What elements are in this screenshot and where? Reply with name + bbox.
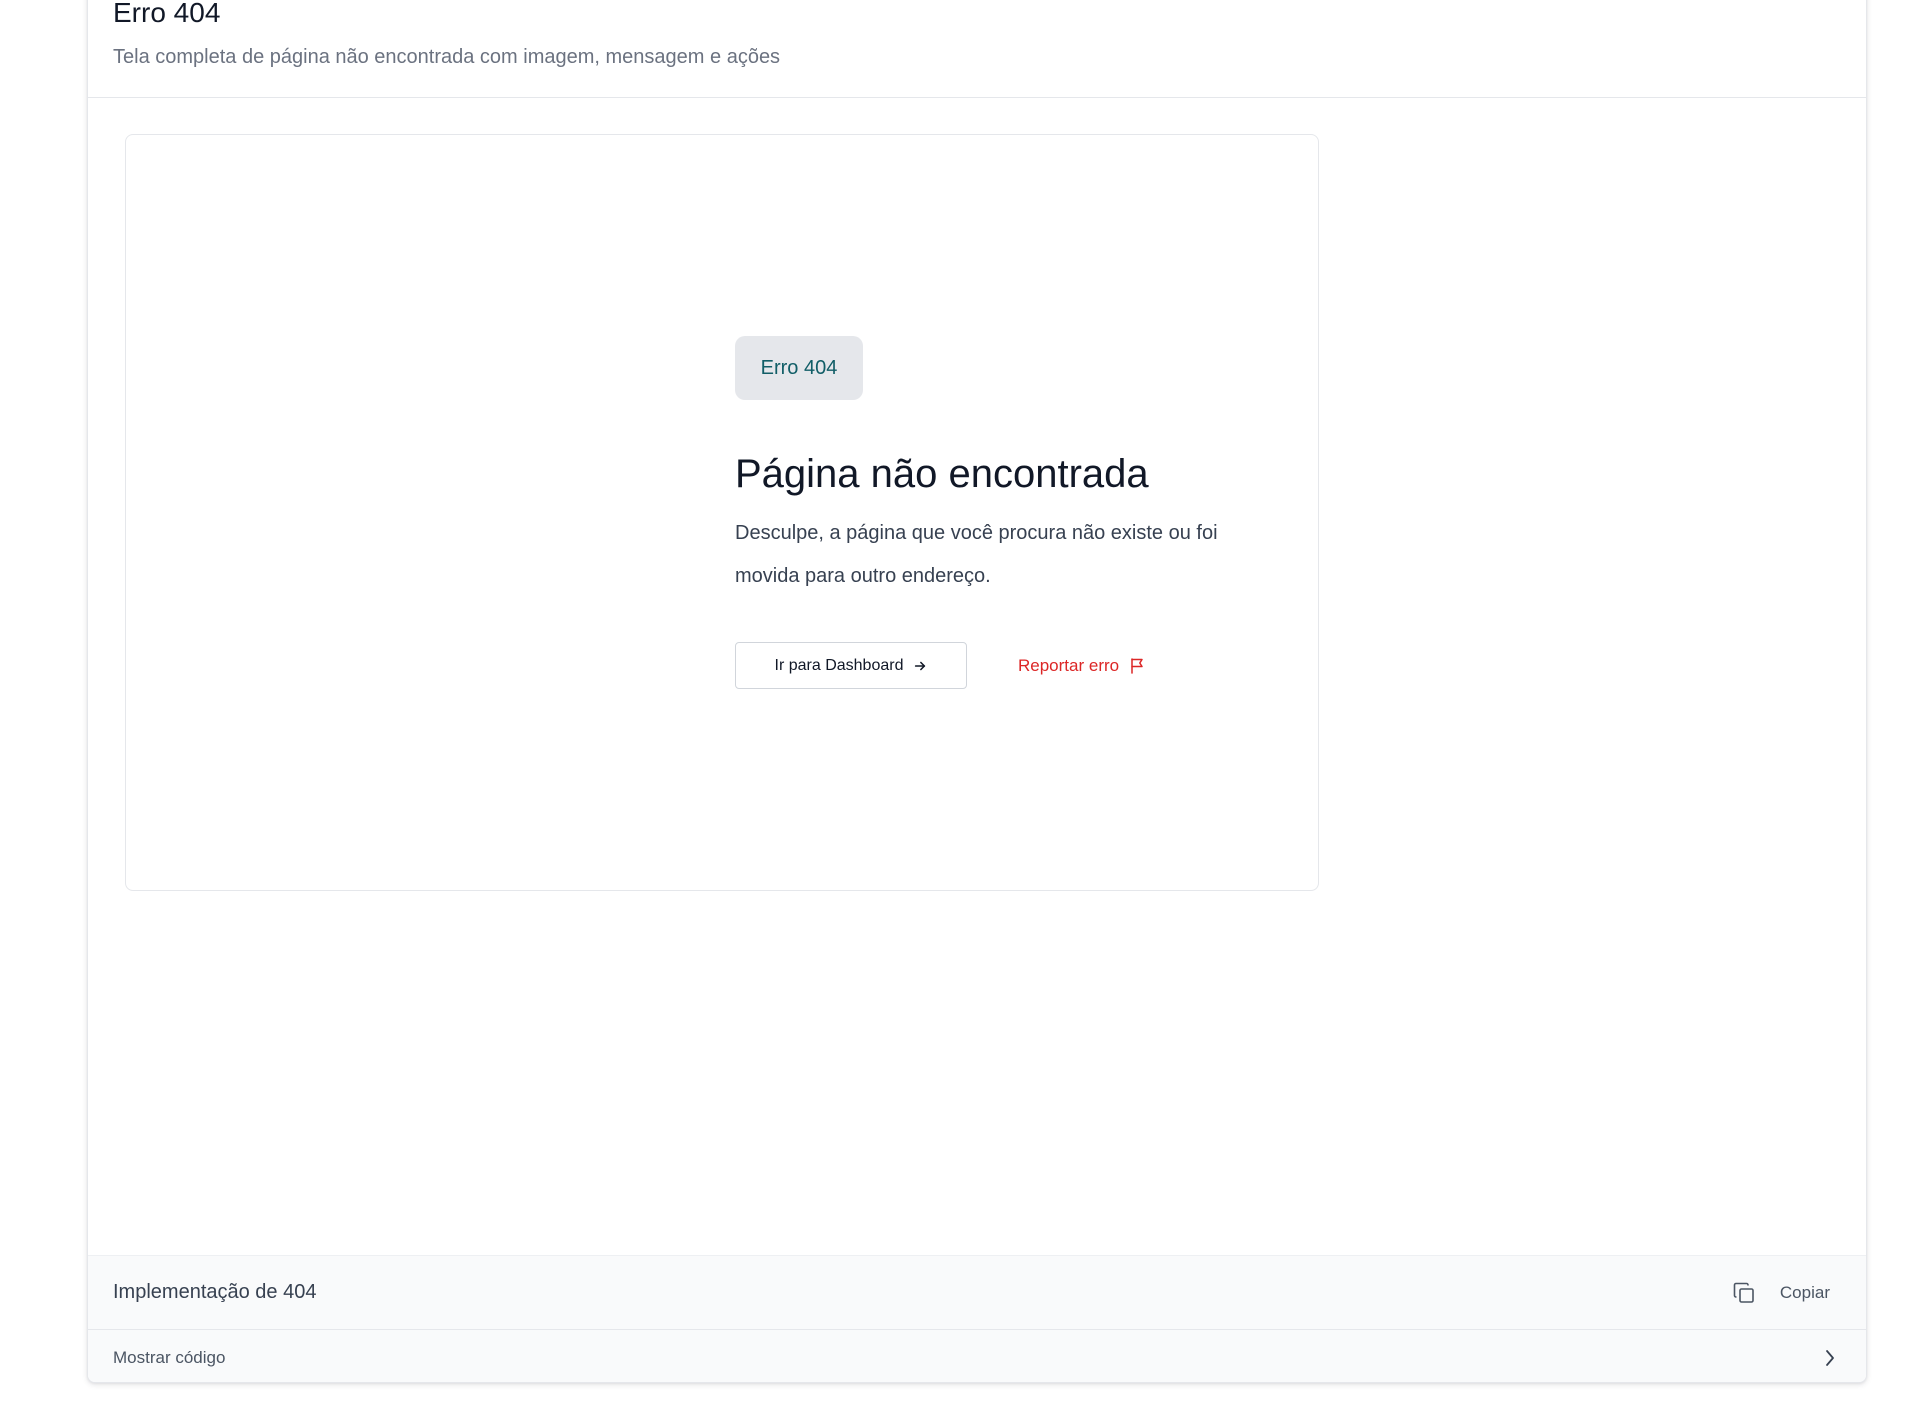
copy-label: Copiar [1779,1283,1830,1302]
flag-icon [1129,657,1145,674]
copy-button[interactable]: Copiar [1732,1273,1830,1313]
arrow-right-icon [913,659,927,673]
code-section: Implementação de 404 Copiar Mostrar códi… [88,1255,1866,1382]
preview-area: Erro 404 Página não encontrada Desculpe,… [88,99,1866,1255]
go-to-dashboard-button[interactable]: Ir para Dashboard [735,642,967,689]
report-error-label: Reportar erro [1018,655,1120,675]
card-header: Erro 404 Tela completa de página não enc… [88,0,1866,98]
code-section-header: Implementação de 404 Copiar [88,1256,1866,1330]
copy-icon [1732,1281,1756,1305]
page-title: Erro 404 [113,0,221,28]
page-subtitle: Tela completa de página não encontrada c… [113,46,781,68]
component-card: Erro 404 Tela completa de página não enc… [87,0,1867,1383]
go-to-dashboard-label: Ir para Dashboard [774,656,904,674]
chevron-right-icon [1823,1349,1837,1372]
not-found-panel: Erro 404 Página não encontrada Desculpe,… [125,134,1319,891]
show-code-label: Mostrar código [113,1348,226,1367]
action-group: Ir para Dashboard Reportar erro [735,642,1145,689]
show-code-toggle[interactable]: Mostrar código [88,1331,1866,1382]
error-badge: Erro 404 [735,336,863,400]
report-error-button[interactable]: Reportar erro [1018,642,1145,689]
code-section-title: Implementação de 404 [113,1281,317,1303]
not-found-headline: Página não encontrada [735,452,1149,496]
not-found-message: Desculpe, a página que você procura não … [735,522,1218,587]
